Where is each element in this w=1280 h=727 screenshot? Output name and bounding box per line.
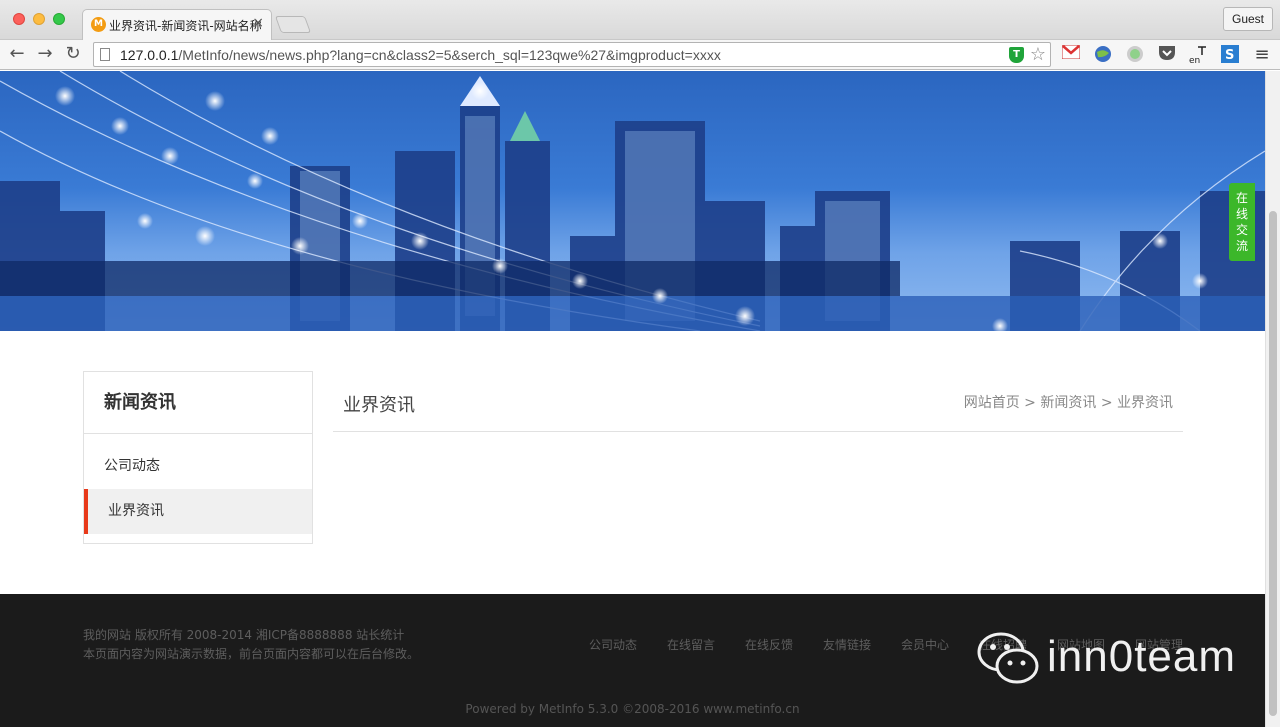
watermark-text: inn0team [1047, 632, 1237, 681]
address-bar[interactable]: 127.0.0.1/MetInfo/news/news.php?lang=cn&… [93, 42, 1051, 67]
category-sidebar: 新闻资讯 公司动态 业界资讯 [83, 371, 313, 544]
metinfo-favicon-icon: M [91, 17, 106, 32]
breadcrumb[interactable]: 网站首页 > 新闻资讯 > 业界资讯 [964, 392, 1173, 412]
tab-title: 业界资讯-新闻资讯-网站名称 [109, 19, 262, 33]
minimize-window-button[interactable] [33, 13, 45, 25]
powered-by: Powered by MetInfo 5.3.0 ©2008-2016 www.… [465, 702, 800, 716]
svg-text:S: S [1225, 48, 1234, 63]
sidebar-item-industry-news[interactable]: 业界资讯 [84, 489, 312, 534]
globe-icon[interactable] [1093, 45, 1113, 65]
sidebar-title: 新闻资讯 [84, 372, 312, 434]
guest-profile-button[interactable]: Guest [1222, 7, 1273, 31]
url-text[interactable]: 127.0.0.1/MetInfo/news/news.php?lang=cn&… [120, 47, 721, 63]
footer-note: 本页面内容为网站演示数据，前台页面内容都可以在后台修改。 [83, 647, 420, 661]
green-dot-icon[interactable] [1125, 45, 1145, 65]
new-tab-button[interactable] [274, 16, 312, 33]
footer-link-message[interactable]: 在线留言 [667, 636, 715, 653]
online-chat-tab[interactable]: 在 线 交 流 [1229, 183, 1255, 261]
page-scrollbar[interactable] [1265, 71, 1280, 727]
banner-image [0, 71, 1265, 331]
browser-tab-strip: M 业界资讯-新闻资讯-网站名称 × Guest [0, 0, 1280, 40]
translate-icon[interactable]: en [1188, 45, 1208, 66]
watermark: inn0team [977, 630, 1247, 690]
gmail-icon[interactable] [1061, 44, 1081, 65]
url-host: 127.0.0.1 [120, 47, 179, 63]
side-tag-char: 线 [1235, 207, 1248, 221]
footer-copyright: 我的网站 版权所有 2008-2014 湘ICP备8888888 站长统计 [83, 628, 405, 642]
forward-icon[interactable]: → [34, 43, 56, 65]
footer-link-feedback[interactable]: 在线反馈 [745, 636, 793, 653]
url-path: /MetInfo/news/news.php?lang=cn&class2=5&… [178, 47, 721, 63]
footer-link-member-center[interactable]: 会员中心 [901, 636, 949, 653]
page-title: 业界资讯 [343, 395, 415, 416]
reload-icon[interactable]: ↻ [62, 43, 84, 65]
wechat-icon [977, 632, 1039, 684]
maximize-window-button[interactable] [53, 13, 65, 25]
pocket-icon[interactable] [1157, 45, 1177, 65]
page-icon [100, 48, 110, 61]
side-tag-char: 流 [1235, 239, 1248, 253]
side-tag-char: 在 [1235, 191, 1248, 205]
svg-text:en: en [1189, 56, 1200, 65]
menu-icon[interactable]: ≡ [1252, 45, 1272, 65]
browser-toolbar: ← → ↻ 127.0.0.1/MetInfo/news/news.php?la… [0, 40, 1280, 70]
footer-link-company-news[interactable]: 公司动态 [589, 636, 637, 653]
s-extension-icon[interactable]: S [1220, 45, 1240, 65]
side-tag-char: 交 [1235, 223, 1248, 237]
browser-tab[interactable]: M 业界资讯-新闻资讯-网站名称 × [82, 9, 272, 40]
sidebar-item-company-news[interactable]: 公司动态 [84, 444, 312, 489]
footer-link-friend-links[interactable]: 友情链接 [823, 636, 871, 653]
scrollbar-thumb[interactable] [1269, 211, 1277, 716]
tab-close-icon[interactable]: × [252, 15, 264, 31]
bookmark-star-icon[interactable]: ☆ [1030, 44, 1046, 65]
shield-extension-icon[interactable]: T [1009, 47, 1024, 63]
close-window-button[interactable] [13, 13, 25, 25]
content-header: 业界资讯 网站首页 > 新闻资讯 > 业界资讯 [333, 371, 1183, 432]
back-icon[interactable]: ← [6, 43, 28, 65]
